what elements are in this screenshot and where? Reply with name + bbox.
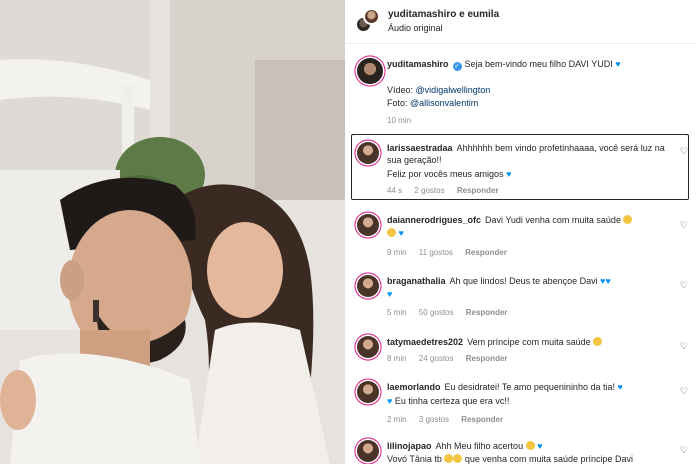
like-heart-icon[interactable]: ♡ [680,341,688,352]
comment-meta: 8 min 24 gostos Responder [387,354,518,363]
comment-message: Ah que lindos! Deus te abençoe Davi [449,276,598,286]
heart-eyes-emoji-icon [525,441,535,450]
photo-illustration [0,0,345,464]
blue-heart-icon: ♥ [615,59,621,69]
comment-text: laemorlando Eu desidratei! Te amo pequeni… [387,381,667,393]
comment-text: braganathalia Ah que lindos! Deus te aben… [387,275,667,287]
original-audio-link[interactable]: Áudio original [388,23,443,33]
photo-credit-label: Foto: [387,98,408,108]
comment-text-line2: Vovó Tânia tb que venha com muita saúde … [387,453,667,464]
comment-username[interactable]: daiannerodrigues_ofc [387,215,481,225]
comment-time: 44 s [387,186,403,195]
caption-text: yuditamashiro ✓ Seja bem-vindo meu filho D… [387,58,667,71]
comment-username[interactable]: laemorlando [387,382,441,392]
comment-likes[interactable]: 11 gostos [419,248,453,257]
video-credit-link[interactable]: @vidigalwellington [416,85,491,95]
caption-avatar[interactable] [357,58,383,84]
comment-username[interactable]: braganathalia [387,276,446,286]
comments-panel: yuditamashiro e eumila Áudio original yu… [345,0,696,464]
comment-text: lilinojapao Ahh Meu filho acertou ♥ [387,440,667,452]
caption-meta: 10 min [387,116,421,125]
heart-eyes-emoji-icon [444,454,454,463]
comment-message-2: Eu tinha certeza que era vc!! [394,396,510,406]
comment-text: larissaestradaa Ahhhhhh bem vindo profeti… [387,142,667,166]
blue-heart-icon: ♥ [537,441,543,451]
comment-time: 9 min [387,248,407,257]
like-heart-icon[interactable]: ♡ [680,280,688,291]
like-heart-icon[interactable]: ♡ [680,146,688,157]
comment-meta: 44 s 2 gostos Responder [387,186,509,195]
reply-button[interactable]: Responder [466,308,508,317]
heart-eyes-emoji-icon [387,228,396,237]
comment-message: Vem príncipe com muita saúde [467,337,591,347]
comment-avatar[interactable] [357,275,379,297]
reply-button[interactable]: Responder [465,248,507,257]
caption-username[interactable]: yuditamashiro [387,59,449,69]
post-photo[interactable] [0,0,345,464]
caption-photo-credit: Foto: @allisonvalentim [387,97,667,109]
like-heart-icon[interactable]: ♡ [680,220,688,231]
comment-likes[interactable]: 50 gostos [419,308,454,317]
comment-message-3: que venha com muita saúde príncipe Davi [464,454,634,464]
reply-button[interactable]: Responder [466,354,508,363]
comment-likes[interactable]: 3 gostos [419,415,449,424]
post-author-names[interactable]: yuditamashiro e eumila [388,9,499,20]
comment-message: Davi Yudi venha com muita saúde [485,215,621,225]
heart-eyes-emoji-icon [453,454,463,463]
comment-text: tatymaedetres202 Vem príncipe com muita s… [387,336,667,348]
comment-avatar[interactable] [357,142,379,164]
like-heart-icon[interactable]: ♡ [680,445,688,456]
comment-meta: 9 min 11 gostos Responder [387,248,517,257]
comment-username[interactable]: lilinojapao [387,441,432,451]
photo-credit-link[interactable]: @allisonvalentim [410,98,478,108]
raised-hands-emoji-icon [623,215,633,224]
comment-username[interactable]: larissaestradaa [387,143,453,153]
blue-heart-icon: ♥ [617,382,623,392]
caption-time: 10 min [387,116,412,125]
comment-message: Ahh Meu filho acertou [435,441,524,451]
like-heart-icon[interactable]: ♡ [680,386,688,397]
heart-eyes-emoji-icon [593,337,603,346]
caption-video-credit: Vídeo: @vidigalwellington [387,84,667,96]
comment-emoji-line: ♥ [387,288,667,300]
reply-button[interactable]: Responder [457,186,499,195]
comment-avatar[interactable] [357,214,379,236]
comment-time: 2 min [387,415,407,424]
comment-likes[interactable]: 24 gostos [419,354,454,363]
comment-avatar[interactable] [357,440,379,462]
blue-heart-icon: ♥ [506,169,512,179]
post-header: yuditamashiro e eumila Áudio original [345,0,696,44]
comment-meta: 2 min 3 gostos Responder [387,415,513,424]
comment-time: 8 min [387,354,407,363]
blue-heart-icon: ♥ [605,276,611,286]
comment-time: 5 min [387,308,407,317]
comment-text-line2: Feliz por vocês meus amigos ♥ [387,168,667,180]
reply-button[interactable]: Responder [461,415,503,424]
comment-text: daiannerodrigues_ofc Davi Yudi venha com … [387,214,667,226]
comment-emoji-line: ♥ [387,227,667,239]
comment-text-line2: ♥ Eu tinha certeza que era vc!! [387,395,667,407]
verified-icon: ✓ [452,62,462,71]
comment-avatar[interactable] [357,336,379,358]
comment-message-2: Feliz por vocês meus amigos [387,169,504,179]
comment-avatar[interactable] [357,381,379,403]
blue-heart-icon: ♥ [387,396,393,406]
comment-message: Eu desidratei! Te amo pequenininho da ti… [444,382,615,392]
comment-meta: 5 min 50 gostos Responder [387,308,518,317]
collab-avatars[interactable] [355,8,381,34]
caption-message: Seja bem-vindo meu filho DAVI YUDI [464,59,613,69]
comment-likes[interactable]: 2 gostos [414,186,444,195]
comment-message-2: Vovó Tânia tb [387,454,442,464]
comment-username[interactable]: tatymaedetres202 [387,337,463,347]
blue-heart-icon: ♥ [387,289,393,299]
blue-heart-icon: ♥ [398,228,404,238]
video-credit-label: Vídeo: [387,85,414,95]
avatar [363,8,380,25]
